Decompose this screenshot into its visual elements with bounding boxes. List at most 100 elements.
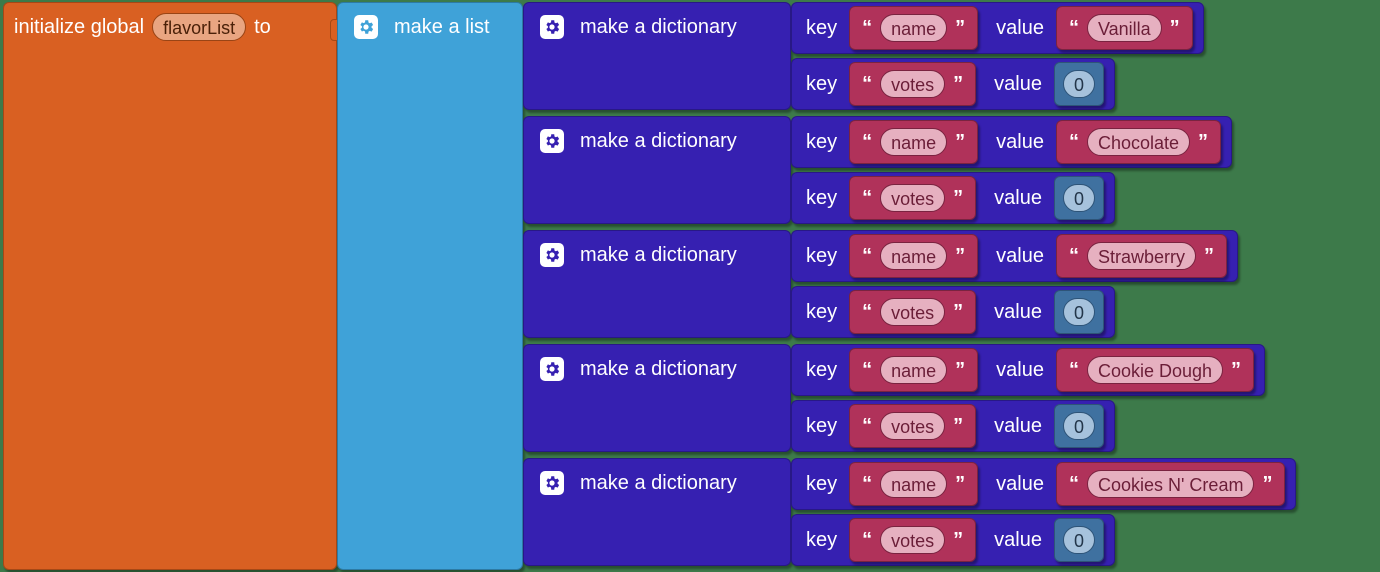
quote-close: ” (1258, 473, 1276, 496)
literal-value-text[interactable]: “Strawberry” (1056, 234, 1227, 278)
row-key-value-votes[interactable]: key “votes” value 0 (791, 400, 1115, 452)
gear-icon[interactable] (538, 13, 566, 41)
block-make-a-list[interactable]: make a list (337, 2, 523, 570)
literal-value-text[interactable]: “Cookies N' Cream” (1056, 462, 1285, 506)
label-key: key (806, 473, 837, 496)
label-key: key (806, 359, 837, 382)
text-value[interactable]: votes (880, 298, 945, 326)
row-key-value-name[interactable]: key“name”value“Vanilla” (791, 2, 1204, 54)
text-value[interactable]: votes (880, 70, 945, 98)
literal-value-number[interactable]: 0 (1054, 62, 1104, 106)
label-value: value (994, 415, 1042, 438)
gear-icon[interactable] (352, 13, 380, 41)
block-make-a-dictionary[interactable]: make a dictionary (523, 2, 791, 110)
literal-value-text[interactable]: “Vanilla” (1056, 6, 1193, 50)
text-value[interactable]: votes (880, 412, 945, 440)
label-key: key (806, 187, 837, 210)
quote-close: ” (949, 187, 967, 210)
literal-value-number[interactable]: 0 (1054, 518, 1104, 562)
quote-open: “ (1065, 359, 1083, 382)
label-make-a-list: make a list (394, 16, 490, 39)
label-make-a-dictionary: make a dictionary (580, 16, 737, 39)
quote-open: “ (1065, 473, 1083, 496)
label-value: value (996, 131, 1044, 154)
row-key-value-votes[interactable]: key “votes” value 0 (791, 286, 1115, 338)
literal-key-text[interactable]: “votes” (849, 404, 976, 448)
number-value[interactable]: 0 (1063, 70, 1095, 98)
text-value[interactable]: name (880, 470, 947, 498)
row-key-value-name[interactable]: key“name”value“Chocolate” (791, 116, 1232, 168)
literal-key-text[interactable]: “votes” (849, 176, 976, 220)
text-value[interactable]: Cookie Dough (1087, 356, 1223, 384)
number-value[interactable]: 0 (1063, 412, 1095, 440)
label-value: value (996, 17, 1044, 40)
text-value[interactable]: name (880, 14, 947, 42)
quote-close: ” (949, 529, 967, 552)
quote-open: “ (1065, 245, 1083, 268)
text-value[interactable]: name (880, 242, 947, 270)
text-value[interactable]: votes (880, 184, 945, 212)
literal-key-text[interactable]: “name” (849, 6, 978, 50)
block-initialize-global[interactable]: initialize global flavorList to (3, 2, 337, 570)
label-initialize: initialize global (14, 16, 144, 39)
literal-value-text[interactable]: “Chocolate” (1056, 120, 1221, 164)
quote-close: ” (1227, 359, 1245, 382)
gear-icon[interactable] (538, 355, 566, 383)
label-key: key (806, 301, 837, 324)
number-value[interactable]: 0 (1063, 184, 1095, 212)
label-value: value (996, 473, 1044, 496)
gear-icon[interactable] (538, 241, 566, 269)
literal-key-text[interactable]: “votes” (849, 518, 976, 562)
label-key: key (806, 415, 837, 438)
literal-key-text[interactable]: “name” (849, 462, 978, 506)
row-key-value-votes[interactable]: key“votes”value0 (791, 58, 1115, 110)
text-value[interactable]: Vanilla (1087, 14, 1162, 42)
row-key-value-name[interactable]: key“name”value“Cookies N' Cream” (791, 458, 1296, 510)
number-value[interactable]: 0 (1063, 298, 1095, 326)
text-value[interactable]: votes (880, 526, 945, 554)
label-key: key (806, 245, 837, 268)
label-value: value (994, 301, 1042, 324)
label-make-a-dictionary: make a dictionary (580, 244, 737, 267)
text-value[interactable]: Chocolate (1087, 128, 1190, 156)
quote-open: “ (858, 131, 876, 154)
number-value[interactable]: 0 (1063, 526, 1095, 554)
quote-open: “ (1065, 131, 1083, 154)
quote-close: ” (951, 245, 969, 268)
row-key-value-votes[interactable]: key “votes” value 0 (791, 514, 1115, 566)
quote-open: “ (1065, 17, 1083, 40)
quote-close: ” (1200, 245, 1218, 268)
literal-value-number[interactable]: 0 (1054, 176, 1104, 220)
literal-key-text[interactable]: “name” (849, 348, 978, 392)
block-make-a-dictionary[interactable]: make a dictionary (523, 344, 791, 452)
block-make-a-dictionary[interactable]: make a dictionary (523, 458, 791, 566)
block-make-a-dictionary[interactable]: make a dictionary (523, 230, 791, 338)
row-key-value-name[interactable]: key“name”value“Cookie Dough” (791, 344, 1265, 396)
label-key: key (806, 529, 837, 552)
text-value[interactable]: Strawberry (1087, 242, 1196, 270)
literal-key-text[interactable]: “votes” (849, 62, 976, 106)
gear-icon[interactable] (538, 127, 566, 155)
literal-value-number[interactable]: 0 (1054, 290, 1104, 334)
row-key-value-votes[interactable]: key“votes”value0 (791, 172, 1115, 224)
literal-value-text[interactable]: “Cookie Dough” (1056, 348, 1254, 392)
row-key-value-name[interactable]: key“name”value“Strawberry” (791, 230, 1238, 282)
var-name-pill[interactable]: flavorList (152, 13, 246, 41)
text-value[interactable]: name (880, 128, 947, 156)
label-value: value (994, 529, 1042, 552)
quote-open: “ (858, 187, 876, 210)
block-make-a-dictionary[interactable]: make a dictionary (523, 116, 791, 224)
literal-key-text[interactable]: “name” (849, 234, 978, 278)
label-key: key (806, 73, 837, 96)
quote-close: ” (949, 415, 967, 438)
label-make-a-dictionary: make a dictionary (580, 472, 737, 495)
literal-key-text[interactable]: “name” (849, 120, 978, 164)
text-value[interactable]: name (880, 356, 947, 384)
literal-value-number[interactable]: 0 (1054, 404, 1104, 448)
quote-close: ” (951, 473, 969, 496)
literal-key-text[interactable]: “votes” (849, 290, 976, 334)
quote-open: “ (858, 245, 876, 268)
quote-open: “ (858, 301, 876, 324)
gear-icon[interactable] (538, 469, 566, 497)
text-value[interactable]: Cookies N' Cream (1087, 470, 1254, 498)
